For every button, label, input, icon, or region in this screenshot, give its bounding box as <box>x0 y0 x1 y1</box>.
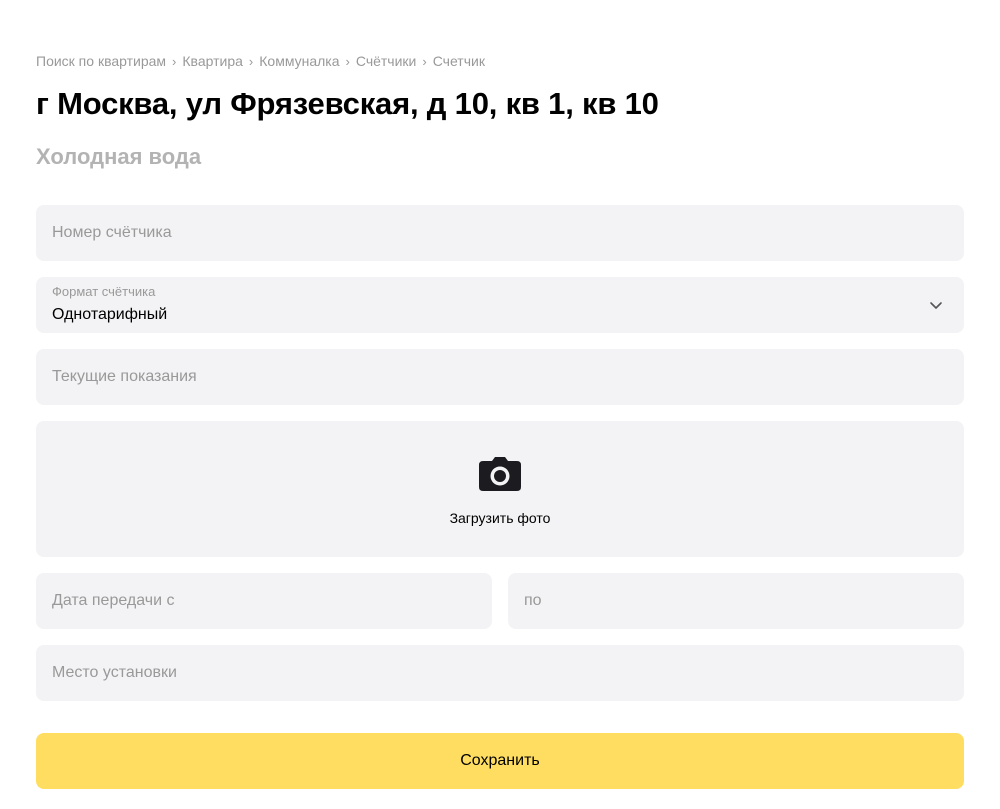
breadcrumb: Поиск по квартирам › Квартира › Коммунал… <box>36 53 485 69</box>
meter-format-value: Однотарифный <box>52 306 168 323</box>
current-reading-input[interactable] <box>36 349 964 405</box>
date-to-field <box>508 573 964 629</box>
meter-format-select[interactable]: Формат счётчика Однотарифный <box>36 277 964 333</box>
date-from-field <box>36 573 492 629</box>
save-button[interactable]: Сохранить <box>36 733 964 789</box>
breadcrumb-apartment[interactable]: Квартира <box>182 53 243 69</box>
breadcrumb-separator: › <box>422 53 427 69</box>
meter-number-input[interactable] <box>36 205 964 261</box>
meter-format-label: Формат счётчика <box>52 284 156 299</box>
breadcrumb-meters[interactable]: Счётчики <box>356 53 417 69</box>
breadcrumb-separator: › <box>345 53 350 69</box>
breadcrumb-separator: › <box>248 53 254 69</box>
breadcrumb-separator: › <box>172 53 177 69</box>
breadcrumb-utilities[interactable]: Коммуналка <box>259 53 339 69</box>
date-from-input[interactable] <box>36 573 492 629</box>
install-location-input[interactable] <box>36 645 964 701</box>
camera-icon <box>479 457 521 491</box>
photo-upload-label: Загрузить фото <box>449 510 551 526</box>
chevron-down-icon <box>930 302 942 309</box>
page-subtitle: Холодная вода <box>36 144 202 169</box>
meter-number-field <box>36 205 964 261</box>
breadcrumb-meter[interactable]: Счетчик <box>433 53 485 69</box>
date-to-input[interactable] <box>508 573 964 629</box>
page-title: г Москва, ул Фрязевская, д 10, кв 1, кв … <box>36 86 659 121</box>
photo-upload-button[interactable]: Загрузить фото <box>36 421 964 557</box>
breadcrumb-apartment-search[interactable]: Поиск по квартирам <box>36 53 166 69</box>
current-reading-field <box>36 349 964 405</box>
install-location-field <box>36 645 964 701</box>
